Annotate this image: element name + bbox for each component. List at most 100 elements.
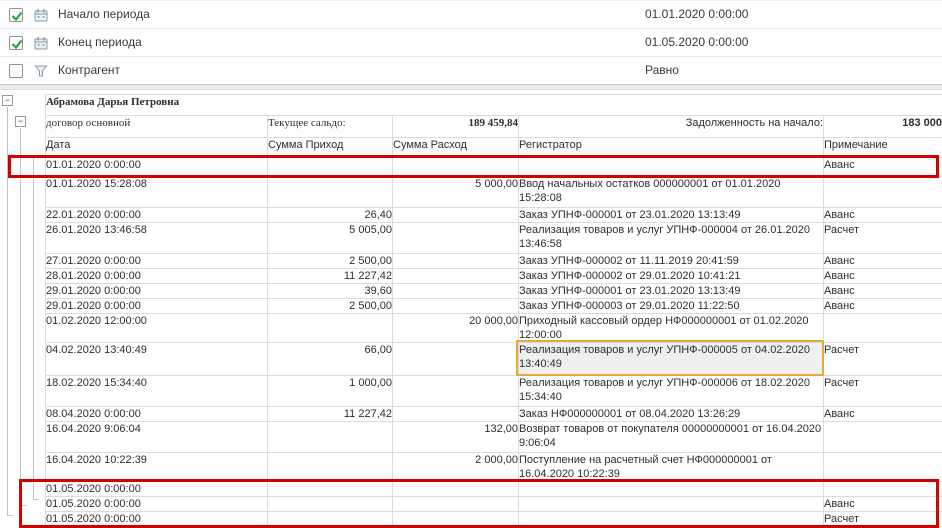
rashod-cell[interactable] xyxy=(393,343,519,376)
prihod-cell[interactable]: 11 227,42 xyxy=(268,269,393,284)
prihod-cell[interactable] xyxy=(268,158,393,177)
contract-label[interactable]: договор основной xyxy=(46,116,268,138)
table-row[interactable]: 01.02.2020 12:00:00 20 000,00Приходный ка… xyxy=(46,314,942,343)
column-header-date[interactable]: Дата xyxy=(46,138,268,158)
note-cell[interactable]: Аванс xyxy=(824,497,942,512)
period-end-checkbox[interactable] xyxy=(9,36,23,50)
prihod-cell[interactable]: 2 500,00 xyxy=(268,299,393,314)
rashod-cell[interactable]: 5 000,00 xyxy=(393,177,519,208)
note-cell[interactable] xyxy=(824,453,942,482)
note-cell[interactable]: Аванс xyxy=(824,407,942,422)
column-header-registrator[interactable]: Регистратор xyxy=(519,138,824,158)
registrator-cell[interactable] xyxy=(519,512,824,527)
registrator-cell[interactable]: Заказ УПНФ-000002 от 11.11.2019 20:41:59 xyxy=(519,254,824,269)
collapse-group-button-contract[interactable]: − xyxy=(15,116,26,127)
prihod-cell[interactable]: 5 005,00 xyxy=(268,223,393,254)
note-cell[interactable]: Расчет xyxy=(824,223,942,254)
date-cell[interactable]: 22.01.2020 0:00:00 xyxy=(46,208,268,223)
rashod-cell[interactable]: 132,00 xyxy=(393,422,519,453)
column-header-rashod[interactable]: Сумма Расход xyxy=(393,138,519,158)
prihod-cell[interactable]: 39,60 xyxy=(268,284,393,299)
table-row[interactable]: 08.04.2020 0:00:0011 227,42 Заказ НФ00000… xyxy=(46,407,942,422)
table-row[interactable]: 16.04.2020 10:22:39 2 000,00Поступление н… xyxy=(46,453,942,482)
date-cell[interactable]: 16.04.2020 10:22:39 xyxy=(46,453,268,482)
note-cell[interactable] xyxy=(824,177,942,208)
prihod-cell[interactable] xyxy=(268,314,393,343)
rashod-cell[interactable] xyxy=(393,223,519,254)
note-cell[interactable]: Расчет xyxy=(824,376,942,407)
prihod-cell[interactable]: 26,40 xyxy=(268,208,393,223)
prihod-cell[interactable] xyxy=(268,177,393,208)
table-row[interactable]: 01.05.2020 0:00:00Расчет xyxy=(46,512,942,527)
filter-value-period-start[interactable]: 01.01.2020 0:00:00 xyxy=(645,1,748,28)
rashod-cell[interactable] xyxy=(393,284,519,299)
note-cell[interactable]: Аванс xyxy=(824,158,942,177)
table-row[interactable]: 26.01.2020 13:46:585 005,00 Реализация то… xyxy=(46,223,942,254)
date-cell[interactable]: 27.01.2020 0:00:00 xyxy=(46,254,268,269)
rashod-cell[interactable] xyxy=(393,299,519,314)
registrator-cell[interactable]: Поступление на расчетный счет НФ00000000… xyxy=(519,453,824,482)
date-cell[interactable]: 04.02.2020 13:40:49 xyxy=(46,343,268,376)
table-row[interactable]: 18.02.2020 15:34:401 000,00Реализация то… xyxy=(46,376,942,407)
rashod-cell[interactable] xyxy=(393,407,519,422)
prihod-cell[interactable]: 11 227,42 xyxy=(268,407,393,422)
registrator-cell[interactable]: Возврат товаров от покупателя 0000000000… xyxy=(519,422,824,453)
prihod-cell[interactable] xyxy=(268,422,393,453)
registrator-cell[interactable] xyxy=(519,158,824,177)
date-cell[interactable]: 01.02.2020 12:00:00 xyxy=(46,314,268,343)
prihod-cell[interactable] xyxy=(268,453,393,482)
column-header-primechanie[interactable]: Примечание xyxy=(824,138,942,158)
prihod-cell[interactable] xyxy=(268,497,393,512)
registrator-cell[interactable]: Приходный кассовый ордер НФ000000001 от … xyxy=(519,314,824,343)
rashod-cell[interactable]: 2 000,00 xyxy=(393,453,519,482)
note-cell[interactable] xyxy=(824,422,942,453)
date-cell[interactable]: 16.04.2020 9:06:04 xyxy=(46,422,268,453)
filter-value-period-end[interactable]: 01.05.2020 0:00:00 xyxy=(645,29,748,56)
filter-row-period-start[interactable]: Начало периода 01.01.2020 0:00:00 xyxy=(0,1,942,29)
date-cell[interactable]: 18.02.2020 15:34:40 xyxy=(46,376,268,407)
rashod-cell[interactable] xyxy=(393,208,519,223)
date-cell[interactable]: 01.05.2020 0:00:00 xyxy=(46,497,268,512)
table-row[interactable]: 01.05.2020 0:00:00 Аванс xyxy=(46,497,942,512)
rashod-cell[interactable] xyxy=(393,497,519,512)
collapse-group-button-counterparty[interactable]: − xyxy=(2,95,13,106)
date-cell[interactable]: 08.04.2020 0:00:00 xyxy=(46,407,268,422)
date-cell[interactable]: 26.01.2020 13:46:58 xyxy=(46,223,268,254)
table-row[interactable]: 16.04.2020 9:06:04 132,00Возврат товаров … xyxy=(46,422,942,453)
date-cell[interactable]: 29.01.2020 0:00:00 xyxy=(46,299,268,314)
note-cell[interactable]: Расчет xyxy=(824,343,942,376)
rashod-cell[interactable] xyxy=(393,269,519,284)
table-row[interactable]: 01.01.2020 15:28:085 000,00Ввод начальны… xyxy=(46,177,942,208)
table-row[interactable]: 29.01.2020 0:00:0039,60 Заказ УПНФ-000001… xyxy=(46,284,942,299)
group-row-contract[interactable]: договор основной Текущее сальдо: 189 459… xyxy=(46,116,942,138)
registrator-cell[interactable]: Заказ УПНФ-000002 от 29.01.2020 10:41:21 xyxy=(519,269,824,284)
rashod-cell[interactable] xyxy=(393,512,519,527)
date-cell[interactable]: 01.05.2020 0:00:00 xyxy=(46,482,268,497)
registrator-cell[interactable]: Заказ УПНФ-000001 от 23.01.2020 13:13:49 xyxy=(519,208,824,223)
rashod-cell[interactable] xyxy=(393,158,519,177)
group-title[interactable]: Абрамова Дарья Петровна xyxy=(46,95,942,116)
table-row[interactable]: 28.01.2020 0:00:0011 227,42 Заказ УПНФ-00… xyxy=(46,269,942,284)
date-cell[interactable]: 29.01.2020 0:00:00 xyxy=(46,284,268,299)
rashod-cell[interactable]: 20 000,00 xyxy=(393,314,519,343)
date-cell[interactable]: 01.05.2020 0:00:00 xyxy=(46,512,268,527)
table-row[interactable]: 01.01.2020 0:00:00 Аванс xyxy=(46,158,942,177)
registrator-cell[interactable] xyxy=(519,497,824,512)
table-row[interactable]: 04.02.2020 13:40:4966,00Реализация товар… xyxy=(46,343,942,376)
note-cell[interactable]: Аванс xyxy=(824,269,942,284)
registrator-cell[interactable]: Заказ УПНФ-000001 от 23.01.2020 13:13:49 xyxy=(519,284,824,299)
counterparty-checkbox[interactable] xyxy=(9,64,23,78)
table-row[interactable]: 27.01.2020 0:00:002 500,00 Заказ УПНФ-000… xyxy=(46,254,942,269)
table-row[interactable]: 01.05.2020 0:00:00 xyxy=(46,482,942,497)
registrator-cell[interactable]: Ввод начальных остатков 000000001 от 01.… xyxy=(519,177,824,208)
rashod-cell[interactable] xyxy=(393,482,519,497)
date-cell[interactable]: 28.01.2020 0:00:00 xyxy=(46,269,268,284)
date-cell[interactable]: 01.01.2020 0:00:00 xyxy=(46,158,268,177)
registrator-cell[interactable]: Реализация товаров и услуг УПНФ-000004 о… xyxy=(519,223,824,254)
registrator-cell[interactable]: Реализация товаров и услуг УПНФ-000005 о… xyxy=(519,343,824,376)
filter-value-counterparty[interactable]: Равно xyxy=(645,57,679,84)
prihod-cell[interactable]: 2 500,00 xyxy=(268,254,393,269)
note-cell[interactable] xyxy=(824,314,942,343)
registrator-cell[interactable]: Заказ НФ000000001 от 08.04.2020 13:26:29 xyxy=(519,407,824,422)
registrator-cell[interactable] xyxy=(519,482,824,497)
